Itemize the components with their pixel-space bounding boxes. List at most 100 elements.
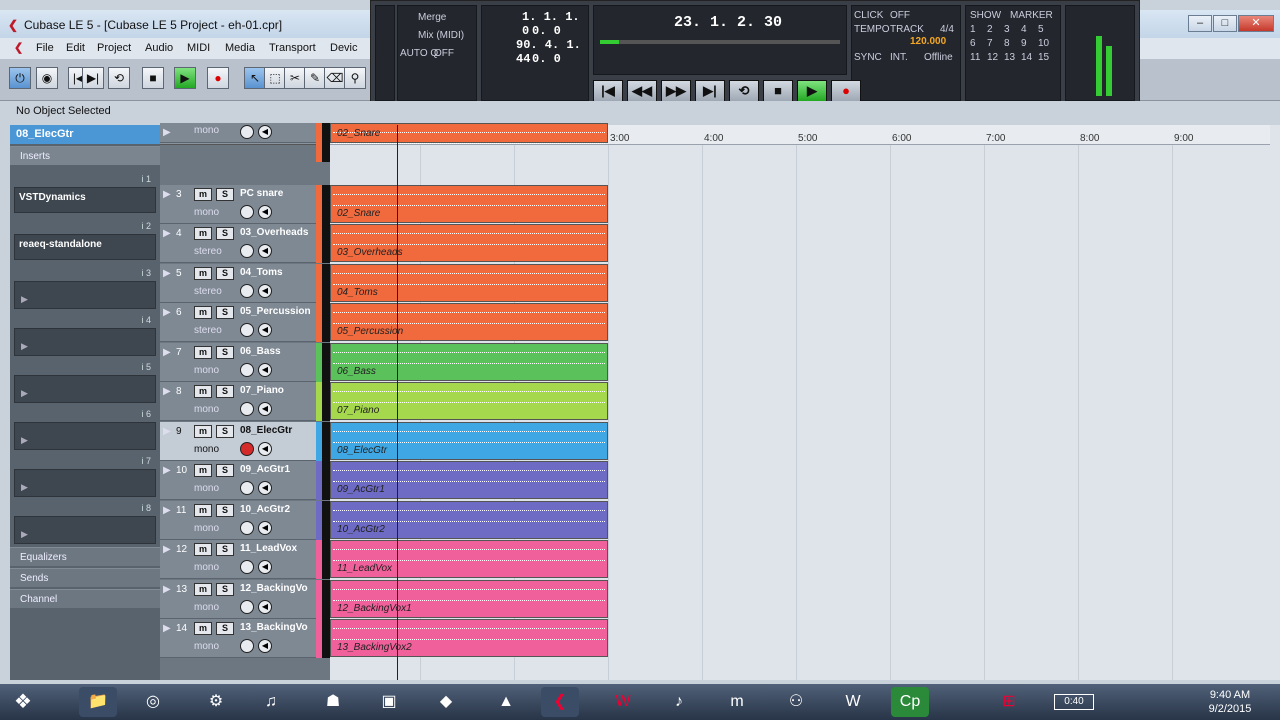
track-row[interactable]: ▶ 3 m S PC snare mono ◀ <box>160 184 330 224</box>
transport-go-start-button[interactable]: |◀ <box>593 80 623 102</box>
audio-event[interactable]: 10_AcGtr2 <box>330 500 608 539</box>
audio-event[interactable]: 09_AcGtr1 <box>330 461 608 499</box>
track-name[interactable]: 04_Toms <box>240 267 320 278</box>
record-enable-button[interactable] <box>240 362 254 377</box>
inspector-track-name[interactable]: 08_ElecGtr <box>10 125 160 144</box>
marker-1[interactable]: 1 <box>970 24 976 35</box>
track-row[interactable]: ▶ 12 m S 11_LeadVox mono ◀ <box>160 540 330 579</box>
marker-3[interactable]: 3 <box>1004 24 1010 35</box>
track-name[interactable]: 11_LeadVox <box>240 543 320 554</box>
menu-file[interactable]: File <box>36 42 54 54</box>
menu-audio[interactable]: Audio <box>145 42 173 54</box>
marker-13[interactable]: 13 <box>1004 52 1015 63</box>
captivate-icon[interactable]: Cp <box>891 687 929 717</box>
menu-midi[interactable]: MIDI <box>187 42 210 54</box>
monitor-button[interactable]: ◀ <box>258 481 272 495</box>
app-icon-6[interactable]: ▲ <box>487 687 525 717</box>
mute-button[interactable]: m <box>194 622 212 635</box>
track-name[interactable]: 06_Bass <box>240 346 320 357</box>
activate-project-icon[interactable]: ⏻ <box>9 67 31 89</box>
solo-button[interactable]: S <box>216 622 234 635</box>
marker-6[interactable]: 6 <box>970 38 976 49</box>
track-row[interactable]: ▶ 8 m S 07_Piano mono ◀ <box>160 382 330 421</box>
go-to-end-icon[interactable]: ▶| <box>82 67 104 89</box>
tray-icon-1[interactable]: ⊞ <box>990 687 1028 717</box>
record-enable-button[interactable] <box>240 244 254 258</box>
track-row[interactable]: ▶ 13 m S 12_BackingVo mono ◀ <box>160 579 330 619</box>
expand-arrow-icon[interactable]: ▶ <box>21 341 28 352</box>
stop-icon[interactable]: ■ <box>142 67 164 89</box>
record-enable-button[interactable] <box>240 402 254 416</box>
menu-media[interactable]: Media <box>225 42 255 54</box>
expand-track-icon[interactable]: ▶ <box>163 465 171 476</box>
track-name[interactable]: 10_AcGtr2 <box>240 504 320 515</box>
mix-midi-label[interactable]: Mix (MIDI) <box>418 30 464 41</box>
insert-slot[interactable]: i 8 ▶ <box>14 503 156 544</box>
record-enable-button[interactable] <box>240 283 254 298</box>
play-icon[interactable]: ▶ <box>174 67 196 89</box>
menu-devices[interactable]: Devic <box>330 42 358 54</box>
monitor-button[interactable]: ◀ <box>258 402 272 416</box>
track-row[interactable]: ▶ 7 m S 06_Bass mono ◀ <box>160 342 330 382</box>
expand-arrow-icon[interactable]: ▶ <box>21 529 28 540</box>
marker-4[interactable]: 4 <box>1021 24 1027 35</box>
expand-track-icon[interactable]: ▶ <box>163 268 171 279</box>
explorer-icon[interactable]: 📁 <box>79 687 117 717</box>
app-icon-8[interactable]: m <box>718 687 756 717</box>
expand-track-icon[interactable]: ▶ <box>163 386 171 397</box>
word-icon[interactable]: W <box>834 687 872 717</box>
expand-track-icon[interactable]: ▶ <box>163 584 171 595</box>
record-enable-button[interactable] <box>240 520 254 535</box>
itunes-icon[interactable]: ♪ <box>660 687 698 717</box>
vertical-scrollbar[interactable] <box>1270 125 1280 680</box>
record-enable-button[interactable] <box>240 560 254 574</box>
position-slider[interactable] <box>600 40 840 44</box>
maximize-button[interactable]: □ <box>1213 15 1237 32</box>
audio-event[interactable]: 02_Snare <box>330 184 608 223</box>
insert-slot[interactable]: i 2 reaeq-standalone <box>14 221 156 260</box>
audio-event[interactable]: 07_Piano <box>330 382 608 420</box>
battery-indicator[interactable]: 0:40 <box>1054 694 1094 710</box>
transport-stop-button[interactable]: ■ <box>763 80 793 102</box>
cubase-task-icon[interactable]: ❮ <box>541 687 579 717</box>
track-name[interactable]: PC snare <box>240 188 320 199</box>
record-enable-button[interactable] <box>240 481 254 495</box>
monitor-button[interactable]: ◀ <box>258 323 272 337</box>
right-locator-offset[interactable]: 0. 0 <box>532 52 561 66</box>
expand-track-icon[interactable]: ▶ <box>163 347 171 358</box>
mute-button[interactable]: m <box>194 543 212 556</box>
audio-event[interactable]: 03_Overheads <box>330 224 608 262</box>
monitor-button[interactable]: ◀ <box>258 362 272 377</box>
record-enable-button[interactable] <box>240 599 254 614</box>
audio-event[interactable]: 06_Bass <box>330 342 608 381</box>
mute-button[interactable]: m <box>194 345 212 359</box>
expand-track-icon[interactable]: ▶ <box>163 307 171 318</box>
sends-section[interactable]: Sends <box>10 568 160 587</box>
solo-button[interactable]: S <box>216 582 234 596</box>
chrome-icon[interactable]: ◎ <box>134 687 172 717</box>
click-label[interactable]: CLICK <box>854 10 883 21</box>
mute-button[interactable]: m <box>194 464 212 477</box>
mute-button[interactable]: m <box>194 266 212 280</box>
track-name[interactable]: 12_BackingVo <box>240 583 320 594</box>
monitor-button[interactable]: ◀ <box>258 244 272 258</box>
inserts-section[interactable]: Inserts <box>10 146 160 165</box>
expand-track-icon[interactable]: ▶ <box>163 426 171 437</box>
object-selection-tool-icon[interactable]: ↖ <box>244 67 266 89</box>
track-row[interactable]: ▶ 10 m S 09_AcGtr1 mono ◀ <box>160 461 330 500</box>
track-row[interactable]: ▶ 5 m S 04_Toms stereo ◀ <box>160 263 330 303</box>
track-name[interactable]: 08_ElecGtr <box>240 425 320 436</box>
marker-10[interactable]: 10 <box>1038 38 1049 49</box>
solo-button[interactable]: S <box>216 503 234 517</box>
marker-5[interactable]: 5 <box>1038 24 1044 35</box>
record-enable-button[interactable] <box>240 639 254 653</box>
track-name[interactable]: 09_AcGtr1 <box>240 464 320 475</box>
transport-record-button[interactable]: ● <box>831 80 861 102</box>
app-icon-3[interactable]: ☗ <box>314 687 352 717</box>
insert-slot[interactable]: i 7 ▶ <box>14 456 156 497</box>
minimize-button[interactable]: – <box>1188 15 1212 32</box>
insert-slot[interactable]: i 5 ▶ <box>14 362 156 403</box>
tempo-label[interactable]: TEMPO <box>854 24 890 35</box>
draw-tool-icon[interactable]: ✎ <box>304 67 326 89</box>
marker-8[interactable]: 8 <box>1004 38 1010 49</box>
